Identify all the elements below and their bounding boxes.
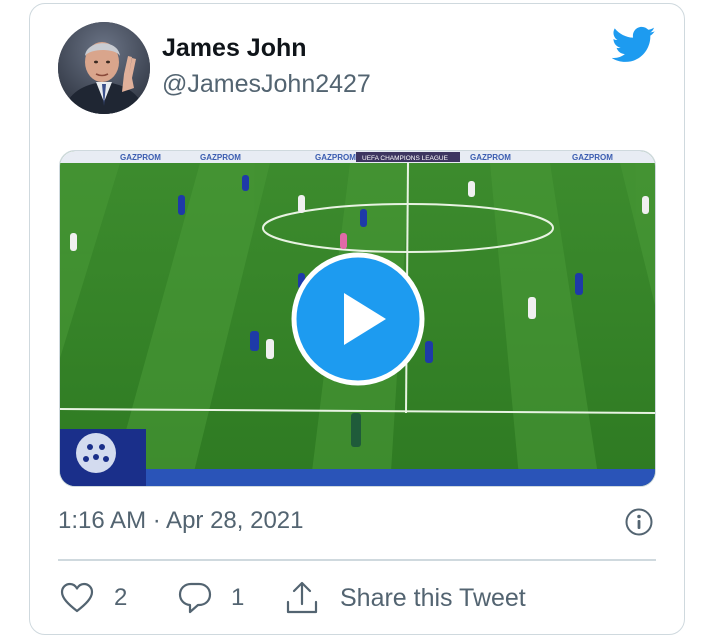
info-icon[interactable] xyxy=(624,507,654,537)
author-handle[interactable]: @JamesJohn2427 xyxy=(162,70,371,99)
banner-sponsor-5: GAZPROM xyxy=(572,153,613,162)
reply-bubble-icon xyxy=(178,582,212,614)
banner-sponsor-4: GAZPROM xyxy=(470,153,511,162)
banner-sponsor-2: GAZPROM xyxy=(200,153,241,162)
play-icon xyxy=(291,252,425,386)
banner-league: UEFA CHAMPIONS LEAGUE xyxy=(362,155,449,162)
tweet-timestamp[interactable]: 1:16 AM · Apr 28, 2021 xyxy=(58,507,304,535)
banner-sponsor-3: GAZPROM xyxy=(315,153,356,162)
reply-button[interactable]: 1 xyxy=(177,580,244,616)
author-name[interactable]: James John xyxy=(162,34,307,63)
share-tweet-label: Share this Tweet xyxy=(340,583,526,612)
reply-count: 1 xyxy=(231,584,245,611)
play-button[interactable] xyxy=(291,252,425,386)
twitter-bird-icon[interactable] xyxy=(611,25,656,65)
heart-icon xyxy=(60,582,94,613)
avatar[interactable] xyxy=(58,22,150,114)
share-upload-icon xyxy=(286,581,318,614)
like-count: 2 xyxy=(114,584,128,611)
like-button[interactable]: 2 xyxy=(60,580,127,616)
share-tweet-button[interactable]: Share this Tweet xyxy=(284,580,526,616)
banner-sponsor-1: GAZPROM xyxy=(120,153,161,162)
divider xyxy=(58,559,656,561)
